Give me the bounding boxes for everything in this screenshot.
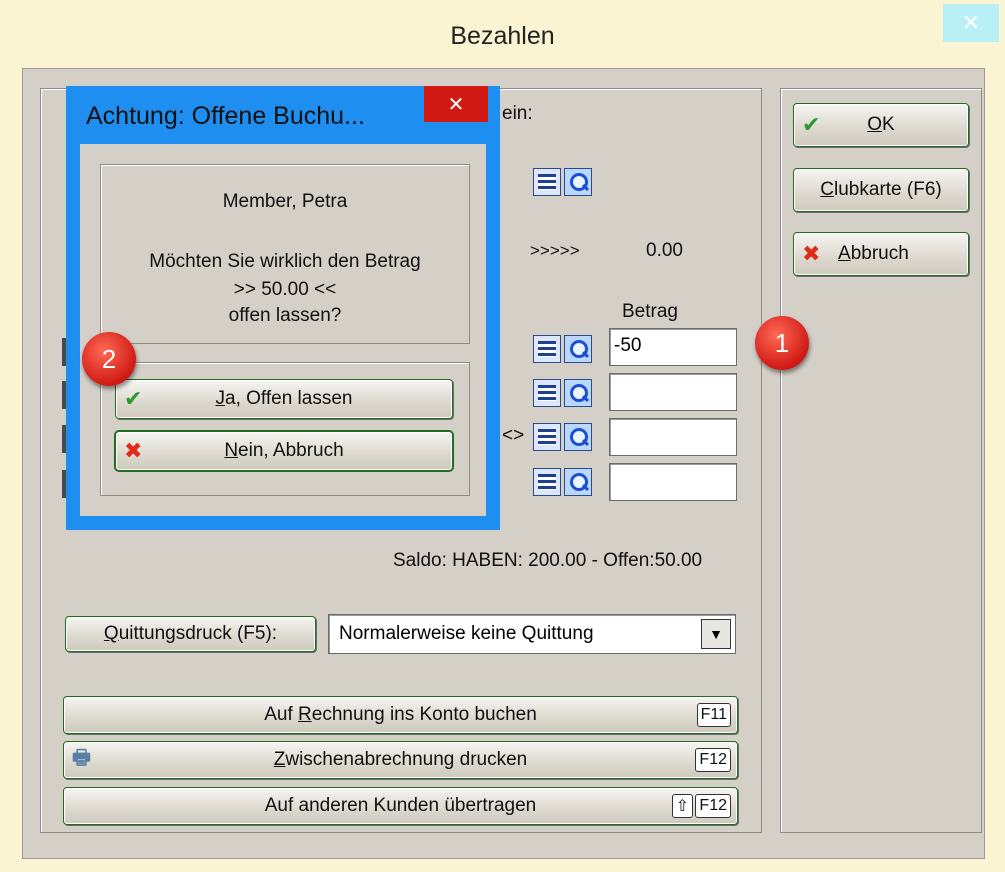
title-bar: Bezahlen ✕ <box>0 0 1005 68</box>
callout-badge-2: 2 <box>82 332 136 386</box>
printer-icon: 🖶 <box>72 747 91 769</box>
fkey-badge: F12 <box>695 748 731 772</box>
leave-open-text: offen lassen? <box>228 305 342 326</box>
receipt-mnemonic: Q <box>103 623 119 644</box>
checkmark-icon: ✔ <box>124 386 143 411</box>
dialog-button-box: ✔ Ja, Offen lassen ✖ Nein, Abbruch <box>100 362 470 496</box>
saldo-text: Saldo: HABEN: 200.00 - Offen:50.00 <box>393 550 703 571</box>
interim-bill-print-button[interactable]: 🖶 Zwischenabrechnung drucken F12 <box>63 741 738 779</box>
arrows-label: >>>>> <box>530 241 580 260</box>
amount-row-2-icons[interactable] <box>533 377 593 409</box>
amount-row-3-icons[interactable] <box>533 421 593 453</box>
amount-row-4-icons[interactable] <box>533 466 593 498</box>
clubkarte-label: lubkarte (F6) <box>834 179 942 200</box>
open-booking-dialog: Achtung: Offene Buchu... ✕ Member, Petra… <box>66 86 500 530</box>
abbruch-button[interactable]: ✖ Abbruch <box>793 232 969 276</box>
action-label-post: echnung ins Konto buchen <box>311 704 537 725</box>
dialog-close-button[interactable]: ✕ <box>424 86 488 122</box>
row3-prefix: <> <box>502 425 525 446</box>
dialog-message-box: Member, Petra Möchten Sie wirklich den B… <box>100 164 470 344</box>
receipt-select-value: Normalerweise keine Quittung <box>339 623 594 644</box>
payment-window: Bezahlen ✕ ein: >>>>> 0.00 Betrag -50 <>… <box>0 0 1005 872</box>
member-name: Member, Petra <box>222 191 348 212</box>
ok-label: K <box>882 114 895 135</box>
receipt-label: uittungsdruck (F5): <box>118 623 278 644</box>
clubkarte-button[interactable]: Clubkarte (F6) <box>793 168 969 212</box>
receipt-select[interactable]: Normalerweise keine Quittung ▼ <box>328 614 736 654</box>
question-text: Möchten Sie wirklich den Betrag <box>149 251 421 272</box>
cancel-x-icon: ✖ <box>802 241 821 266</box>
window-title: Bezahlen <box>450 22 555 50</box>
amount-input-2[interactable] <box>609 373 737 411</box>
action-mnemonic: R <box>298 704 312 725</box>
abbruch-mnemonic: A <box>838 243 851 264</box>
fkey-badge: F11 <box>696 703 731 727</box>
book-to-account-button[interactable]: Auf Rechnung ins Konto buchen F11 <box>63 696 738 734</box>
list-icon[interactable] <box>533 335 561 363</box>
amount-line: >> 50.00 << <box>233 279 337 300</box>
lookup-icon-pair[interactable] <box>533 166 593 198</box>
dropdown-arrow-icon[interactable]: ▼ <box>701 619 731 649</box>
list-icon[interactable] <box>533 379 561 407</box>
amount-input-4[interactable] <box>609 463 737 501</box>
action-label: Auf anderen Kunden übertragen <box>264 795 537 816</box>
window-close-button[interactable]: ✕ <box>943 4 999 42</box>
checkmark-icon: ✔ <box>802 112 821 137</box>
ok-mnemonic: O <box>867 114 883 135</box>
betrag-header: Betrag <box>622 301 678 322</box>
yes-mnemonic: J <box>215 388 226 409</box>
search-icon[interactable] <box>564 379 592 407</box>
cancel-x-icon: ✖ <box>124 438 143 463</box>
amount-input-3[interactable] <box>609 418 737 456</box>
shift-key-icon: ⇧ <box>671 794 693 818</box>
action-mnemonic: Z <box>273 749 286 770</box>
transfer-customer-button[interactable]: Auf anderen Kunden übertragen ⇧ F12 <box>63 787 738 825</box>
search-icon[interactable] <box>564 335 592 363</box>
amount-input-1[interactable]: -50 <box>609 328 737 366</box>
no-cancel-button[interactable]: ✖ Nein, Abbruch <box>115 431 453 471</box>
search-icon[interactable] <box>564 168 592 196</box>
abbruch-label: bbruch <box>850 243 909 264</box>
yes-label: a, Offen lassen <box>225 388 353 409</box>
callout-badge-1: 1 <box>755 316 809 370</box>
action-label-post: wischenabrechnung drucken <box>285 749 528 770</box>
search-icon[interactable] <box>564 423 592 451</box>
receipt-print-button[interactable]: Quittungsdruck (F5): <box>65 616 316 652</box>
fkey-badge: F12 <box>695 794 731 818</box>
list-icon[interactable] <box>533 168 561 196</box>
enter-label: ein: <box>502 103 533 124</box>
amount-row-1-icons[interactable] <box>533 333 593 365</box>
yes-leave-open-button[interactable]: ✔ Ja, Offen lassen <box>115 379 453 419</box>
no-label: ein, Abbruch <box>238 440 344 461</box>
dialog-body: Member, Petra Möchten Sie wirklich den B… <box>80 144 486 516</box>
search-icon[interactable] <box>564 468 592 496</box>
action-label-pre: Auf <box>264 704 299 725</box>
list-icon[interactable] <box>533 468 561 496</box>
ok-button[interactable]: ✔ OK <box>793 103 969 147</box>
list-icon[interactable] <box>533 423 561 451</box>
clubkarte-mnemonic: C <box>820 179 835 200</box>
no-mnemonic: N <box>224 440 239 461</box>
arrow-value: 0.00 <box>646 240 683 261</box>
dialog-title: Achtung: Offene Buchu... <box>86 102 365 130</box>
